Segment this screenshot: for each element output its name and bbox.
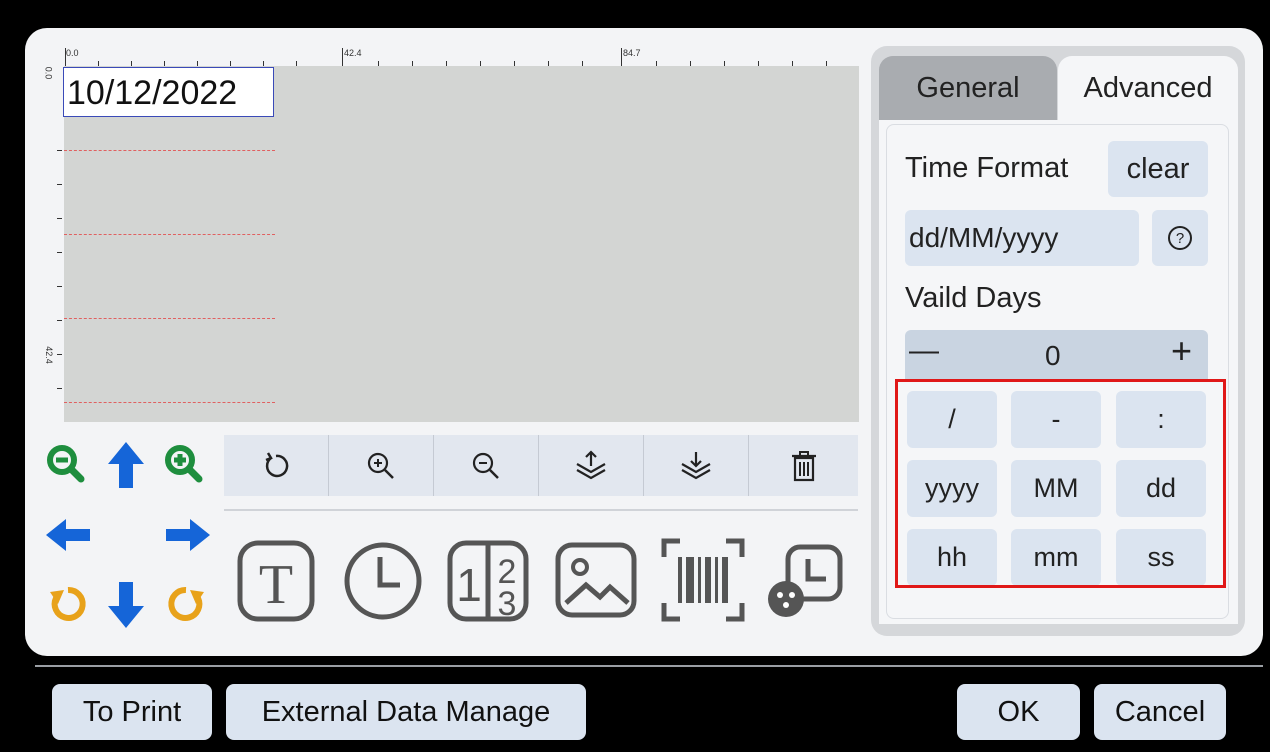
- ruler-left-label-42: 42.4: [43, 346, 54, 364]
- toolbar-divider: [224, 509, 858, 511]
- bottom-divider: [35, 665, 1263, 667]
- zoom-out-icon[interactable]: [434, 435, 539, 496]
- layer-up-icon[interactable]: [539, 435, 644, 496]
- external-data-manage-button[interactable]: External Data Manage: [226, 684, 586, 740]
- stepper-plus-button[interactable]: +: [1171, 330, 1192, 372]
- time-format-label: Time Format: [905, 152, 1069, 184]
- ruler-left-label-0: 0.0: [43, 66, 54, 80]
- zoom-in-green-icon[interactable]: [162, 442, 206, 486]
- tab-advanced[interactable]: Advanced: [1058, 56, 1238, 120]
- help-icon: ?: [1168, 226, 1192, 250]
- guide-line: [64, 234, 275, 235]
- svg-text:3: 3: [498, 585, 517, 623]
- zoom-out-green-icon[interactable]: [44, 442, 88, 486]
- rotate-right-icon[interactable]: [164, 582, 208, 626]
- stepper-value: 0: [1045, 340, 1061, 371]
- cancel-button[interactable]: Cancel: [1094, 684, 1226, 740]
- help-button[interactable]: ?: [1152, 210, 1208, 266]
- format-buttons-highlight: [895, 379, 1226, 588]
- svg-text:?: ?: [1176, 230, 1184, 247]
- image-icon[interactable]: [552, 535, 642, 625]
- delete-icon[interactable]: [749, 435, 858, 496]
- layer-down-icon[interactable]: [644, 435, 749, 496]
- svg-text:1: 1: [456, 559, 482, 611]
- ok-button[interactable]: OK: [957, 684, 1080, 740]
- time-format-input[interactable]: dd/MM/yyyy: [905, 210, 1139, 266]
- arrow-up-icon[interactable]: [104, 440, 148, 490]
- guide-line: [64, 318, 275, 319]
- guide-line: [64, 150, 275, 151]
- edit-toolbar: [224, 435, 858, 496]
- guide-line: [64, 402, 275, 403]
- clock-icon[interactable]: [338, 535, 428, 625]
- left-ruler: 0.0 42.4: [43, 50, 62, 430]
- counter-icon[interactable]: 123: [444, 535, 534, 625]
- svg-text:T: T: [259, 554, 293, 616]
- zoom-in-icon[interactable]: [329, 435, 434, 496]
- arrow-right-icon[interactable]: [162, 515, 212, 555]
- rotate-icon[interactable]: [224, 435, 329, 496]
- clear-button[interactable]: clear: [1108, 141, 1208, 197]
- date-text-element[interactable]: 10/12/2022: [63, 67, 274, 117]
- ruler-label-0: 0.0: [66, 48, 79, 58]
- barcode-icon[interactable]: [658, 535, 748, 625]
- stepper-minus-button[interactable]: —: [909, 334, 939, 368]
- valid-days-label: Vaild Days: [905, 282, 1042, 314]
- label-canvas[interactable]: [64, 66, 859, 422]
- valid-days-stepper: — 0 +: [905, 330, 1208, 380]
- rotate-left-icon[interactable]: [46, 582, 90, 626]
- ruler-label-84: 84.7: [623, 48, 641, 58]
- arrow-down-icon[interactable]: [104, 580, 148, 630]
- ruler-label-42: 42.4: [344, 48, 362, 58]
- to-print-button[interactable]: To Print: [52, 684, 212, 740]
- text-icon[interactable]: T: [232, 535, 322, 625]
- arrow-left-icon[interactable]: [44, 515, 94, 555]
- datetime-icon[interactable]: [760, 535, 850, 625]
- tab-general[interactable]: General: [879, 56, 1057, 120]
